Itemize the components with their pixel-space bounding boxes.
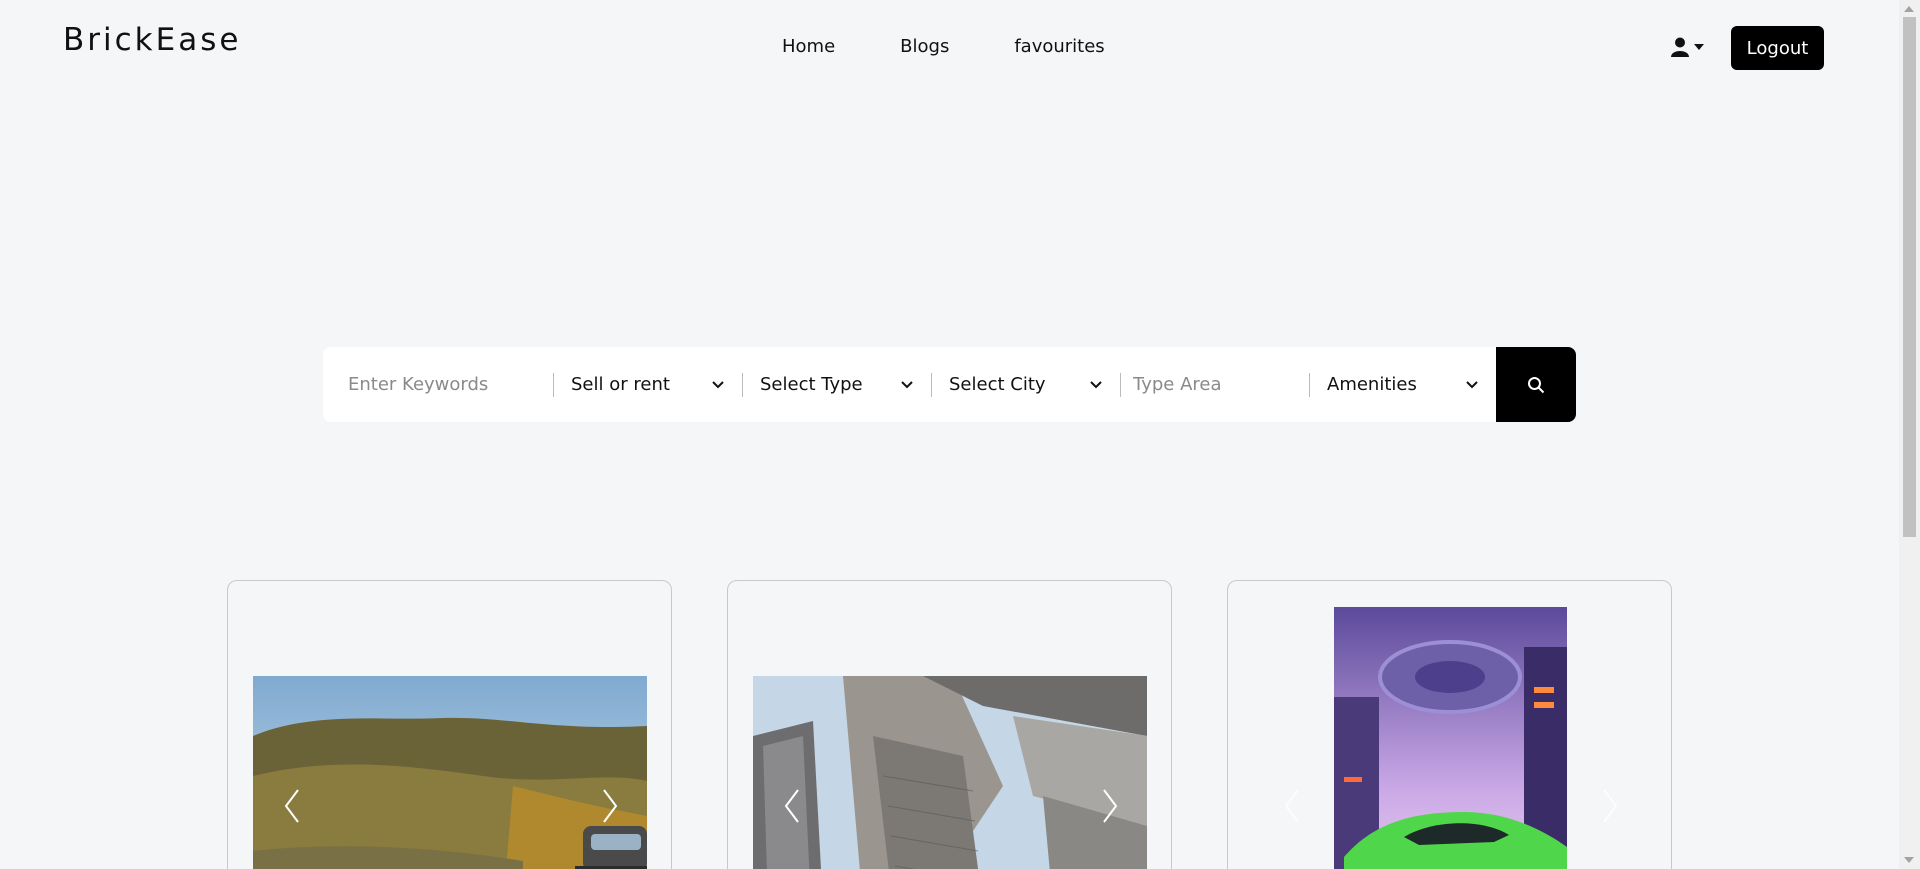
chevron-down-icon <box>1466 380 1478 388</box>
property-search-bar: Sell or rent Select Type Select City Ame… <box>323 347 1576 422</box>
type-field: Select Type <box>742 347 931 422</box>
area-input[interactable] <box>1133 374 1299 395</box>
chevron-right-icon[interactable] <box>1598 786 1622 826</box>
scroll-up-arrow[interactable] <box>1904 6 1914 12</box>
chevron-down-icon <box>1090 380 1102 388</box>
property-card[interactable] <box>1227 580 1672 869</box>
chevron-down-icon <box>901 380 913 388</box>
skyscrapers-image <box>753 676 1147 869</box>
keywords-field <box>323 347 553 422</box>
brand-logo[interactable]: BrickEase <box>63 22 241 58</box>
logout-button[interactable]: Logout <box>1731 26 1824 70</box>
nav-blogs[interactable]: Blogs <box>900 36 949 57</box>
page-scrollbar[interactable] <box>1899 0 1920 869</box>
property-image[interactable] <box>1334 607 1567 869</box>
chevron-right-icon[interactable] <box>598 786 622 826</box>
area-field <box>1120 347 1309 422</box>
property-card[interactable] <box>227 580 672 869</box>
property-image[interactable] <box>753 676 1147 869</box>
amenities-select[interactable]: Amenities <box>1327 374 1478 395</box>
main-nav: Home Blogs favourites <box>782 36 1105 57</box>
sell-rent-value: Sell or rent <box>571 374 670 395</box>
city-select[interactable]: Select City <box>949 374 1102 395</box>
property-image[interactable] <box>253 676 647 869</box>
type-select[interactable]: Select Type <box>760 374 913 395</box>
user-icon <box>1671 37 1689 57</box>
nav-home[interactable]: Home <box>782 36 835 57</box>
chevron-down-icon <box>712 380 724 388</box>
chevron-left-icon[interactable] <box>1280 786 1304 826</box>
scroll-thumb[interactable] <box>1903 17 1916 537</box>
keywords-input[interactable] <box>348 374 543 395</box>
city-value: Select City <box>949 374 1046 395</box>
site-header: BrickEase Home Blogs favourites Logout <box>0 0 1899 95</box>
hillside-image <box>253 676 647 869</box>
search-icon <box>1528 376 1545 393</box>
search-button[interactable] <box>1496 347 1576 422</box>
amenities-field: Amenities <box>1309 347 1496 422</box>
caret-down-icon <box>1694 44 1704 50</box>
chevron-left-icon[interactable] <box>280 786 304 826</box>
neon-car-image <box>1334 607 1567 869</box>
chevron-right-icon[interactable] <box>1098 786 1122 826</box>
sell-rent-field: Sell or rent <box>553 347 742 422</box>
amenities-value: Amenities <box>1327 374 1417 395</box>
city-field: Select City <box>931 347 1120 422</box>
user-menu-dropdown[interactable] <box>1671 36 1711 58</box>
sell-rent-select[interactable]: Sell or rent <box>571 374 724 395</box>
property-card[interactable] <box>727 580 1172 869</box>
nav-favourites[interactable]: favourites <box>1014 36 1104 57</box>
type-value: Select Type <box>760 374 863 395</box>
chevron-left-icon[interactable] <box>780 786 804 826</box>
scroll-down-arrow[interactable] <box>1904 857 1914 863</box>
